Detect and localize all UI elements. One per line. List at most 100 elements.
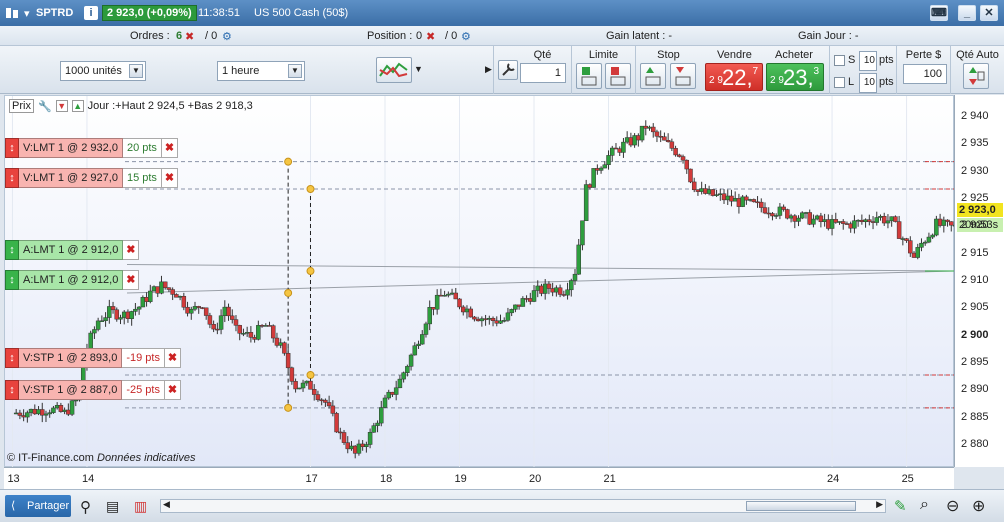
- buy-arrow-icon[interactable]: ▲: [71, 100, 84, 112]
- order-tag[interactable]: ↕ V:LMT 1 @ 2 927,0 15 pts ✖: [5, 168, 178, 188]
- loss-input[interactable]: 100: [903, 64, 947, 84]
- chevron-down-icon[interactable]: ▼: [129, 64, 143, 78]
- scroll-thumb[interactable]: [746, 501, 856, 511]
- wrench-icon[interactable]: 🔧: [38, 100, 52, 113]
- info-icon[interactable]: i: [84, 5, 98, 21]
- share-button[interactable]: ⟨ Partager: [5, 495, 71, 517]
- candle-body: [539, 285, 544, 294]
- l-value-input[interactable]: 10: [859, 73, 877, 93]
- candle-body: [192, 306, 198, 310]
- drag-handle-icon[interactable]: ↕: [5, 380, 19, 400]
- cancel-order-icon[interactable]: ✖: [123, 270, 140, 290]
- limit-sell-icon[interactable]: [605, 63, 631, 89]
- y-tick-label: 2 905: [961, 301, 989, 314]
- candle-body: [673, 148, 678, 156]
- close-button[interactable]: ✕: [980, 5, 998, 21]
- chevron-down-icon[interactable]: ▾: [24, 5, 30, 21]
- zoom-out-icon[interactable]: ⊖: [946, 496, 959, 516]
- indicators-button[interactable]: [376, 57, 412, 83]
- cancel-order-icon[interactable]: ✖: [161, 168, 178, 188]
- s-pts-label: pts: [879, 54, 894, 66]
- buy-button[interactable]: 2 9 23, 3: [766, 63, 824, 91]
- time-axis[interactable]: 13 14 17 18 19 20 21 24 25: [4, 467, 954, 489]
- wrench-icon[interactable]: [498, 60, 518, 80]
- price-axis[interactable]: 2 923,0 20m53s 2 940 2 935 2 930 2 925 2 920…: [954, 95, 1004, 467]
- prix-label[interactable]: Prix: [9, 99, 34, 113]
- cancel-order-icon[interactable]: ✖: [164, 348, 181, 368]
- x-tick-label: 21: [603, 473, 616, 485]
- cancel-order-icon[interactable]: ✖: [123, 240, 140, 260]
- limit-checkbox[interactable]: [834, 77, 845, 88]
- units-select[interactable]: 1000 unités ▼: [60, 61, 146, 81]
- cancel-order-icon[interactable]: ✖: [164, 380, 181, 400]
- cancel-order-icon[interactable]: ✖: [161, 138, 178, 158]
- candle-body: [669, 141, 675, 149]
- period-select[interactable]: 1 heure ▼: [217, 61, 305, 81]
- sell-button[interactable]: 2 9 22, 7: [705, 63, 763, 91]
- candle-body: [908, 240, 913, 254]
- stop-buy-icon[interactable]: [640, 63, 666, 89]
- keyboard-icon[interactable]: ⌨: [930, 5, 948, 21]
- units-value: 1000 unités: [65, 65, 122, 77]
- bottom-bar: ⟨ Partager ⚲ ▤ ▥ ◀ ▶ ✎ ⌕ ⊖ ⊕: [0, 489, 1004, 522]
- limit-buy-icon[interactable]: [576, 63, 602, 89]
- candle-body: [643, 125, 649, 129]
- candle-body: [665, 140, 671, 143]
- stop-sell-icon[interactable]: [670, 63, 696, 89]
- candle-body: [460, 306, 466, 313]
- drag-handle-icon[interactable]: ↕: [5, 270, 19, 290]
- position-cancel-icon[interactable]: ✖: [426, 30, 435, 43]
- buy-label: Acheter: [775, 49, 813, 61]
- candle-body: [203, 307, 209, 316]
- list-icon[interactable]: ▤: [106, 498, 119, 515]
- candle-body: [230, 315, 235, 320]
- chevron-left-icon[interactable]: ◀: [163, 499, 170, 510]
- order-tag[interactable]: ↕ A:LMT 1 @ 2 912,0 ✖: [5, 240, 140, 260]
- chevron-right-icon[interactable]: ▶: [876, 499, 883, 510]
- x-tick-label: 24: [827, 473, 840, 485]
- candle-body: [226, 306, 231, 317]
- candle-body: [490, 317, 496, 321]
- drag-handle-icon[interactable]: ↕: [5, 138, 19, 158]
- candle-body: [319, 399, 324, 402]
- candle-body: [427, 307, 432, 325]
- position-settings-icon[interactable]: ⚙: [461, 30, 471, 43]
- sell-arrow-icon[interactable]: ▼: [55, 100, 68, 112]
- candles-icon[interactable]: ▥: [134, 498, 147, 515]
- orders-cancel-icon[interactable]: ✖: [185, 30, 194, 43]
- candle-body: [334, 413, 339, 433]
- chevron-down-icon[interactable]: ▼: [288, 64, 302, 78]
- candle-body: [222, 306, 228, 316]
- candle-body: [274, 337, 280, 346]
- zoom-select-icon[interactable]: ⌕: [920, 496, 929, 514]
- order-tag[interactable]: ↕ A:LMT 1 @ 2 912,0 ✖: [5, 270, 140, 290]
- draw-tool-icon[interactable]: ✎: [894, 497, 907, 515]
- window-menu-icon[interactable]: [4, 5, 20, 21]
- zoom-in-icon[interactable]: ⊕: [972, 496, 985, 516]
- order-tag[interactable]: ↕ V:STP 1 @ 2 893,0 -19 pts ✖: [5, 348, 181, 368]
- candle-body: [412, 345, 418, 356]
- price-chart[interactable]: Prix 🔧 ▼ ▲ Jour :+Haut 2 924,5 +Bas 2 91…: [4, 95, 955, 468]
- horizontal-scrollbar[interactable]: ◀ ▶: [160, 499, 886, 513]
- y-tick-label: 2 915: [961, 246, 989, 259]
- drag-handle-icon[interactable]: ↕: [5, 348, 19, 368]
- minimize-button[interactable]: _: [958, 5, 976, 21]
- person-icon[interactable]: ⚲: [80, 498, 91, 516]
- instrument-name[interactable]: SPTRD: [36, 5, 73, 21]
- auto-qty-icon[interactable]: [963, 63, 989, 89]
- chevron-down-icon[interactable]: ▼: [414, 64, 423, 74]
- qty-input[interactable]: 1: [520, 63, 566, 83]
- order-tag[interactable]: ↕ V:STP 1 @ 2 887,0 -25 pts ✖: [5, 380, 181, 400]
- stop-checkbox[interactable]: [834, 55, 845, 66]
- candle-body: [40, 409, 45, 416]
- drag-handle-icon[interactable]: ↕: [5, 240, 19, 260]
- candle-body: [807, 212, 812, 225]
- order-tag[interactable]: ↕ V:LMT 1 @ 2 932,0 20 pts ✖: [5, 138, 178, 158]
- s-value-input[interactable]: 10: [859, 51, 877, 71]
- orders-settings-icon[interactable]: ⚙: [222, 30, 232, 43]
- share-icon: ⟨: [11, 500, 16, 512]
- candle-body: [740, 196, 745, 207]
- drag-handle-icon[interactable]: ↕: [5, 168, 19, 188]
- candle-body: [945, 219, 950, 222]
- chevron-right-icon[interactable]: ▶: [485, 64, 492, 75]
